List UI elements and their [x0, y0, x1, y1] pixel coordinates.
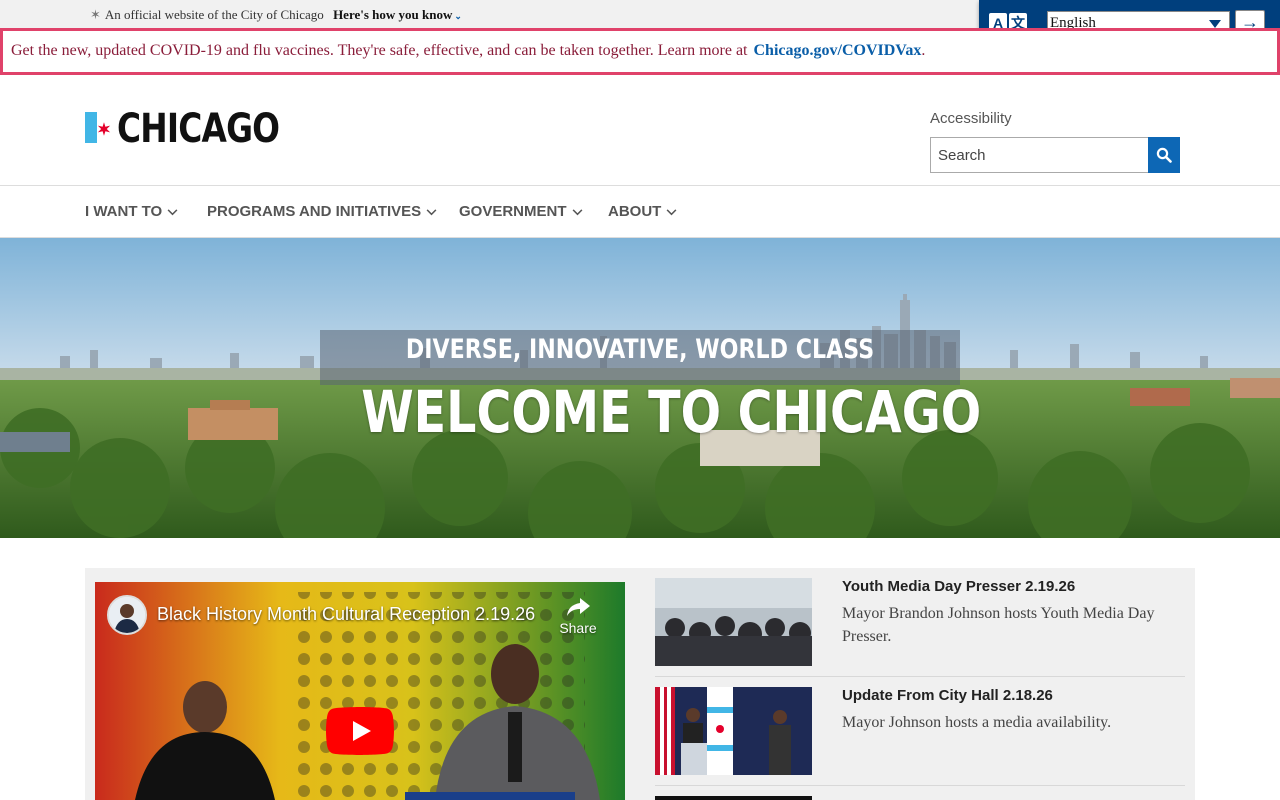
caret-down-icon: [1209, 20, 1221, 28]
alert-text-wrap: Get the new, updated COVID-19 and flu va…: [11, 42, 925, 60]
share-label: Share: [559, 620, 597, 636]
covidvax-link[interactable]: Chicago.gov/COVIDVax: [754, 42, 922, 59]
channel-avatar[interactable]: [107, 595, 147, 635]
official-banner-text: An official website of the City of Chica…: [104, 7, 324, 22]
nav-item-about[interactable]: ABOUT: [608, 203, 677, 220]
hero-title: WELCOME TO CHICAGO: [361, 378, 982, 446]
chevron-down-icon: ⌄: [454, 11, 462, 21]
news-thumbnail[interactable]: [655, 578, 812, 666]
official-banner-text-wrap: ✶ An official website of the City of Chic…: [90, 7, 462, 23]
heres-how-you-know-label: Here's how you know: [333, 7, 453, 22]
news-title[interactable]: Update From City Hall 2.18.26: [842, 687, 1053, 704]
share-icon: [567, 598, 590, 616]
heres-how-you-know-link[interactable]: Here's how you know ⌄: [333, 7, 462, 22]
nav-item-label: I WANT TO: [85, 203, 163, 220]
search-icon: [1156, 147, 1172, 163]
hero-banner: DIVERSE, INNOVATIVE, WORLD CLASS WELCOME…: [0, 238, 1280, 538]
video-share-button[interactable]: Share: [553, 596, 603, 644]
search-button[interactable]: [1148, 137, 1180, 173]
news-divider: [655, 785, 1185, 786]
alert-tail: .: [921, 42, 926, 59]
main-nav: I WANT TO PROGRAMS AND INITIATIVES GOVER…: [0, 185, 1280, 238]
accessibility-link[interactable]: Accessibility: [930, 110, 1012, 127]
nav-item-government[interactable]: GOVERNMENT: [459, 203, 583, 220]
chevron-down-icon: [426, 209, 437, 216]
nav-item-label: ABOUT: [608, 203, 662, 220]
alert-text: Get the new, updated COVID-19 and flu va…: [11, 42, 748, 59]
logo-wordmark: CHICAGO: [117, 106, 280, 152]
hero-subtitle: DIVERSE, INNOVATIVE, WORLD CLASS: [405, 334, 875, 365]
nav-item-label: GOVERNMENT: [459, 203, 567, 220]
nav-item-i-want-to[interactable]: I WANT TO: [85, 203, 178, 220]
news-item-update-from-city-hall: Update From City Hall 2.18.26 Mayor John…: [655, 677, 1185, 775]
logo-star-icon: [97, 122, 111, 136]
video-player[interactable]: Black History Month Cultural Reception 2…: [95, 582, 625, 800]
news-description: Mayor Brandon Johnson hosts Youth Media …: [842, 605, 1155, 645]
channel-avatar-image: [109, 597, 145, 633]
chevron-down-icon: [167, 209, 178, 216]
news-description: Mayor Johnson hosts a media availability…: [842, 714, 1112, 731]
logo-blue-bar: [85, 111, 98, 143]
news-thumbnail-image: [655, 687, 812, 775]
news-thumbnail-partial: [655, 796, 812, 800]
news-item-youth-media-day: Youth Media Day Presser 2.19.26 Mayor Br…: [655, 568, 1185, 666]
search-input[interactable]: [930, 137, 1149, 173]
news-thumbnail-image: [655, 578, 812, 666]
chicago-logo[interactable]: CHICAGO: [85, 104, 315, 154]
news-thumbnail[interactable]: [655, 687, 812, 775]
star-mark-icon: ✶: [90, 7, 101, 22]
play-button-icon[interactable]: [326, 707, 394, 755]
video-title[interactable]: Black History Month Cultural Reception 2…: [157, 604, 535, 625]
covid-alert-banner: Get the new, updated COVID-19 and flu va…: [0, 28, 1280, 75]
chevron-down-icon: [572, 209, 582, 216]
news-title[interactable]: Youth Media Day Presser 2.19.26: [842, 578, 1075, 595]
nav-item-programs-and-initiatives[interactable]: PROGRAMS AND INITIATIVES: [207, 203, 437, 220]
nav-item-label: PROGRAMS AND INITIATIVES: [207, 203, 422, 220]
chevron-down-icon: [666, 209, 677, 216]
